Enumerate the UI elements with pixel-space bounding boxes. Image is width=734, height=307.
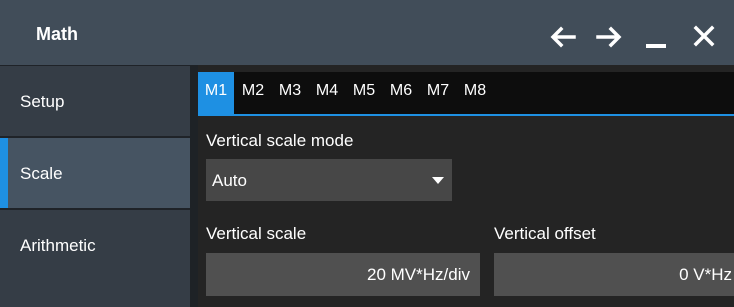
tab-m2[interactable]: M2 bbox=[235, 72, 271, 116]
vertical-scale-mode-select[interactable]: Auto bbox=[206, 159, 452, 201]
chevron-down-icon bbox=[432, 177, 444, 184]
sidebar: Setup Scale Arithmetic bbox=[0, 65, 190, 307]
vertical-offset-value: 0 V*Hz bbox=[679, 265, 732, 284]
arrow-right-icon bbox=[596, 26, 622, 48]
tab-m4[interactable]: M4 bbox=[309, 72, 345, 116]
vertical-offset-label: Vertical offset bbox=[494, 224, 596, 243]
vertical-scale-mode-value: Auto bbox=[212, 171, 247, 190]
tab-m7[interactable]: M7 bbox=[420, 72, 456, 116]
sidebar-item-label: Arithmetic bbox=[20, 236, 96, 255]
tab-m5[interactable]: M5 bbox=[346, 72, 382, 116]
minimize-button[interactable] bbox=[642, 24, 672, 50]
minimize-icon bbox=[646, 44, 666, 48]
title-bar: Math bbox=[0, 0, 734, 65]
forward-button[interactable] bbox=[594, 24, 624, 50]
sidebar-item-scale[interactable]: Scale bbox=[0, 138, 190, 208]
tab-m3[interactable]: M3 bbox=[272, 72, 308, 116]
window-title: Math bbox=[36, 24, 78, 44]
sidebar-item-arithmetic[interactable]: Arithmetic bbox=[0, 210, 190, 307]
sidebar-item-label: Setup bbox=[20, 92, 65, 111]
vertical-offset-input[interactable]: 0 V*Hz bbox=[494, 253, 734, 296]
tab-m1[interactable]: M1 bbox=[198, 72, 234, 116]
sidebar-item-setup[interactable]: Setup bbox=[0, 66, 190, 136]
math-channel-tabs: M1 M2 M3 M4 M5 M6 M7 M8 bbox=[198, 72, 734, 116]
arrow-left-icon bbox=[550, 26, 576, 48]
vertical-scale-mode-label: Vertical scale mode bbox=[206, 131, 354, 150]
close-button[interactable] bbox=[690, 24, 720, 50]
content-divider bbox=[190, 65, 198, 307]
sidebar-item-label: Scale bbox=[20, 164, 63, 183]
vertical-scale-input[interactable]: 20 MV*Hz/div bbox=[206, 253, 480, 296]
tab-m8[interactable]: M8 bbox=[457, 72, 493, 116]
tab-underline bbox=[198, 114, 734, 116]
tab-m6[interactable]: M6 bbox=[383, 72, 419, 116]
vertical-scale-value: 20 MV*Hz/div bbox=[367, 265, 470, 284]
back-button[interactable] bbox=[548, 24, 578, 50]
close-icon bbox=[693, 25, 715, 47]
vertical-scale-label: Vertical scale bbox=[206, 224, 307, 243]
